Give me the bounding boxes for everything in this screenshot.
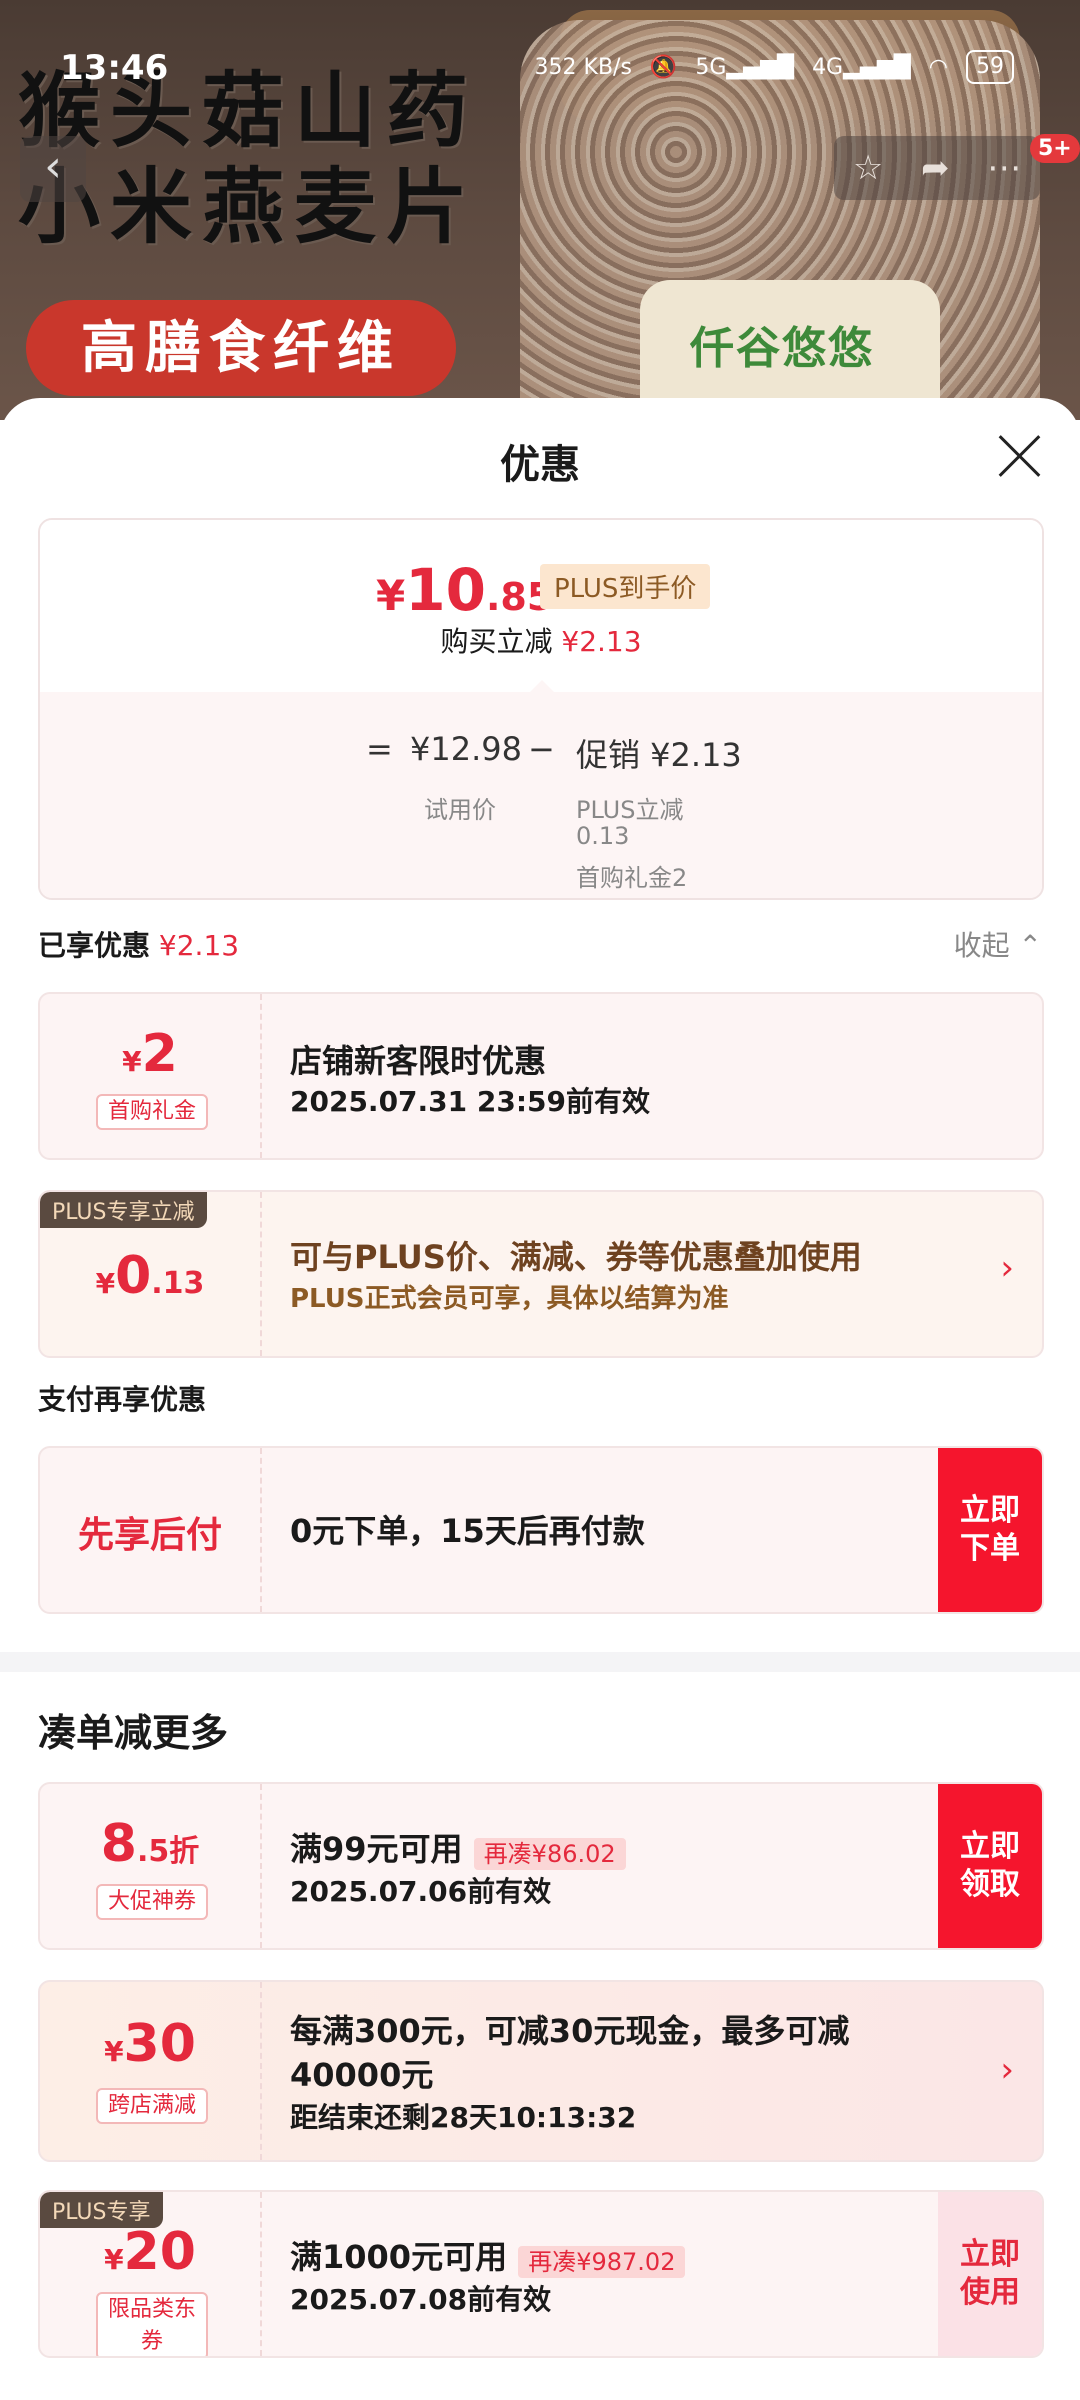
coupon-amount: ¥30 <box>104 2014 196 2074</box>
coupon-amount: ¥2 <box>122 1024 178 1084</box>
coupon-title: 满1000元可用 再凑¥987.02 <box>290 2232 686 2278</box>
coupon-title-cont: 40000元 <box>290 2056 434 2094</box>
coupon-amount: ¥0.13 <box>95 1246 205 1306</box>
hero-badge: 高膳食纤维 <box>26 300 456 396</box>
signal-4g-icon: 4G▂▄▆█ <box>812 54 911 80</box>
formula-equals: = <box>366 730 393 768</box>
product-image: 仟谷悠悠 猴头菇山药 小米燕麦片 高膳食纤维 13:46 352 KB/s 🔕 … <box>0 0 1080 420</box>
coupon-tag: 限品类东券 <box>96 2292 208 2356</box>
product-brand: 仟谷悠悠 <box>690 323 874 374</box>
pay-later-card: 先享后付 0元下单，15天后再付款 立即 下单 <box>38 1446 1044 1614</box>
coupon-amount: ¥20 <box>104 2222 196 2282</box>
section-divider <box>0 1652 1080 1672</box>
coupon-tag: 首购礼金 <box>96 1094 208 1130</box>
chevron-right-icon: › <box>1000 2050 1014 2090</box>
coupon-title: 可与PLUS价、满减、券等优惠叠加使用 <box>290 1238 862 1276</box>
coupon-plus-reduce[interactable]: PLUS专享立减 ¥0.13 可与PLUS价、满减、券等优惠叠加使用 PLUS正… <box>38 1190 1044 1358</box>
price-summary-card: ¥10.85 PLUS到手价 购买立减 ¥2.13 = ¥12.98 − 促销 … <box>38 518 1044 900</box>
coupon-tag: 跨店满减 <box>96 2088 208 2124</box>
pay-later-desc: 0元下单，15天后再付款 <box>290 1512 645 1550</box>
pay-later-label: 先享后付 <box>77 1515 222 1556</box>
share-icon[interactable]: ➦ <box>921 148 950 188</box>
favorite-star-icon[interactable]: ☆ <box>853 148 883 188</box>
enjoyed-discount: 已享优惠 ¥2.13 <box>38 929 240 962</box>
plus-corner-tag: PLUS专享立减 <box>40 1192 207 1228</box>
chevron-right-icon: › <box>1000 1248 1014 1288</box>
plus-price-tag: PLUS到手价 <box>540 564 711 609</box>
claim-now-button[interactable]: 立即 领取 <box>938 1784 1042 1948</box>
coupon-cross-store[interactable]: ¥30 跨店满减 每满300元，可减30元现金，最多可减 40000元 距结束还… <box>38 1980 1044 2162</box>
coupon-gap-pill: 再凑¥987.02 <box>518 2245 686 2278</box>
coupon-first-buy: ¥2 首购礼金 店铺新客限时优惠 2025.07.31 23:59前有效 <box>38 992 1044 1160</box>
coupon-gap-pill: 再凑¥86.02 <box>473 1837 626 1870</box>
coupon-tag: 大促神券 <box>96 1884 208 1920</box>
final-price: ¥10.85 <box>376 556 554 624</box>
coupon-expiry: 2025.07.31 23:59前有效 <box>290 1085 651 1118</box>
status-time: 13:46 <box>60 48 169 88</box>
coupon-desc: PLUS正式会员可享，具体以结算为准 <box>290 1284 729 1314</box>
sheet-title: 优惠 <box>500 442 580 488</box>
status-bar: 13:46 352 KB/s 🔕 5G▂▄▆█ 4G▂▄▆█ ◠ 59 <box>0 44 1080 94</box>
status-icons: 352 KB/s 🔕 5G▂▄▆█ 4G▂▄▆█ ◠ 59 <box>535 50 1014 84</box>
base-price: ¥12.98 <box>410 730 522 768</box>
use-now-button[interactable]: 立即 使用 <box>938 2192 1042 2356</box>
signal-5g-icon: 5G▂▄▆█ <box>695 54 795 80</box>
formula-minus: − <box>528 730 555 768</box>
countdown-text: 距结束还剩28天10:13:32 <box>290 2101 637 2134</box>
header-actions: ☆ ➦ ⋯ <box>834 136 1040 200</box>
coupon-title: 每满300元，可减30元现金，最多可减 <box>290 2012 850 2050</box>
coupon-expiry: 2025.07.06前有效 <box>290 1875 552 1908</box>
buy-reduce-line: 购买立减 ¥2.13 <box>440 625 642 658</box>
coupon-discount: 8.5折 <box>100 1814 200 1874</box>
close-icon[interactable] <box>998 434 1042 478</box>
order-now-button[interactable]: 立即 下单 <box>938 1448 1042 1612</box>
promo-detail-plus: PLUS立减 <box>576 796 684 824</box>
wifi-icon: ◠ <box>928 54 948 80</box>
promo-detail-plus-value: 0.13 <box>576 822 630 850</box>
promo-amount: 促销 ¥2.13 <box>576 736 742 774</box>
back-button[interactable]: ‹ <box>20 136 86 202</box>
message-count-badge: 5+ <box>1030 134 1080 163</box>
coupon-expiry: 2025.07.08前有效 <box>290 2283 552 2316</box>
pay-section-title: 支付再享优惠 <box>38 1383 207 1416</box>
coupon-title: 店铺新客限时优惠 <box>290 1042 547 1080</box>
discount-sheet: 优惠 ¥10.85 PLUS到手价 购买立减 ¥2.13 = ¥12.98 − … <box>0 398 1080 2400</box>
coupon-big-sale: 8.5折 大促神券 满99元可用 再凑¥86.02 2025.07.06前有效 … <box>38 1782 1044 1950</box>
mute-icon: 🔕 <box>649 54 678 80</box>
promo-detail-firstbuy: 首购礼金2 <box>576 864 688 892</box>
coupon-category: PLUS专享 ¥20 限品类东券 满1000元可用 再凑¥987.02 2025… <box>38 2190 1044 2358</box>
more-section-title: 凑单减更多 <box>38 1711 229 1755</box>
battery-icon: 59 <box>966 50 1014 84</box>
coupon-title: 满99元可用 再凑¥86.02 <box>290 1824 626 1870</box>
more-icon[interactable]: ⋯ <box>987 148 1021 188</box>
hero-title-line2: 小米燕麦片 <box>18 159 479 255</box>
base-price-label: 试用价 <box>424 796 496 824</box>
network-speed: 352 KB/s <box>534 54 632 80</box>
collapse-button[interactable]: 收起 ⌃ <box>954 924 1042 964</box>
